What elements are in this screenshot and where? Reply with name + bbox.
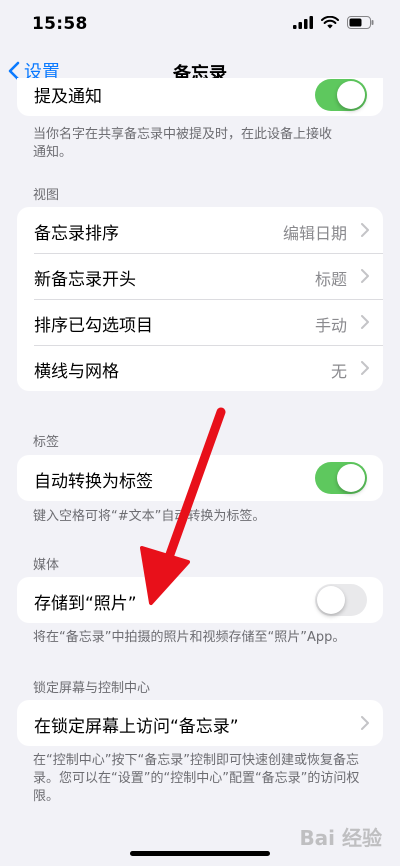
battery-icon xyxy=(347,16,374,29)
section-header-lock-screen: 锁定屏幕与控制中心 xyxy=(33,681,151,696)
auto-convert-tags-row: 自动转换为标签 xyxy=(17,455,383,501)
auto-convert-tags-toggle[interactable] xyxy=(315,462,367,494)
row-label: 横线与网格 xyxy=(34,362,119,382)
view-row-new-note-start[interactable]: 新备忘录开头 标题 xyxy=(17,253,383,299)
tags-footnote: 键入空格可将“#文本”自动转换为标签。 xyxy=(33,509,266,524)
status-bar: 15:58 xyxy=(0,0,400,50)
mentions-footnote: 当你名字在共享备忘录中被提及时，在此设备上接收通知。 xyxy=(33,127,333,160)
chevron-right-icon xyxy=(361,716,369,730)
chevron-right-icon xyxy=(361,315,369,329)
chevron-right-icon xyxy=(361,223,369,237)
chevron-right-icon xyxy=(361,361,369,375)
media-group: 存储到“照片” xyxy=(17,577,383,623)
cellular-signal-icon xyxy=(293,16,313,29)
row-label: 新备忘录开头 xyxy=(34,270,136,290)
toggle-knob xyxy=(337,464,365,492)
view-row-lines-grids[interactable]: 横线与网格 无 xyxy=(17,345,383,391)
row-label: 备忘录排序 xyxy=(34,224,119,244)
row-label: 自动转换为标签 xyxy=(34,472,153,492)
row-label: 在锁定屏幕上访问“备忘录” xyxy=(34,717,239,737)
row-label: 排序已勾选项目 xyxy=(34,316,153,336)
view-row-sort-checked[interactable]: 排序已勾选项目 手动 xyxy=(17,299,383,345)
home-indicator xyxy=(130,851,270,856)
wifi-icon xyxy=(321,16,339,29)
toggle-knob xyxy=(317,586,345,614)
save-to-photos-toggle[interactable] xyxy=(315,584,367,616)
view-group: 备忘录排序 编辑日期 新备忘录开头 标题 排序已勾选项目 手动 横线与网格 无 xyxy=(17,207,383,391)
status-icons xyxy=(293,16,374,29)
media-footnote: 将在“备忘录”中拍摄的照片和视频存储至“照片”App。 xyxy=(33,630,346,645)
row-value: 手动 xyxy=(314,316,347,335)
lock-screen-access-row[interactable]: 在锁定屏幕上访问“备忘录” xyxy=(17,700,383,746)
baidu-watermark: Bai 经验 xyxy=(299,826,382,850)
section-header-tags: 标签 xyxy=(33,435,60,450)
lock-screen-footnote: 在“控制中心”按下“备忘录”控制即可快速创建或恢复备忘录。您可以在“设置”的“控… xyxy=(33,753,360,804)
section-header-view: 视图 xyxy=(33,188,60,203)
lock-screen-group: 在锁定屏幕上访问“备忘录” xyxy=(17,700,383,746)
status-time: 15:58 xyxy=(32,14,88,34)
row-value: 无 xyxy=(330,362,347,381)
tags-group: 自动转换为标签 xyxy=(17,455,383,501)
save-to-photos-row: 存储到“照片” xyxy=(17,577,383,623)
row-value: 编辑日期 xyxy=(282,224,347,243)
row-value: 标题 xyxy=(314,270,347,289)
chevron-right-icon xyxy=(361,269,369,283)
section-header-media: 媒体 xyxy=(33,558,60,573)
row-label: 存储到“照片” xyxy=(34,594,137,614)
view-row-sort[interactable]: 备忘录排序 编辑日期 xyxy=(17,207,383,253)
